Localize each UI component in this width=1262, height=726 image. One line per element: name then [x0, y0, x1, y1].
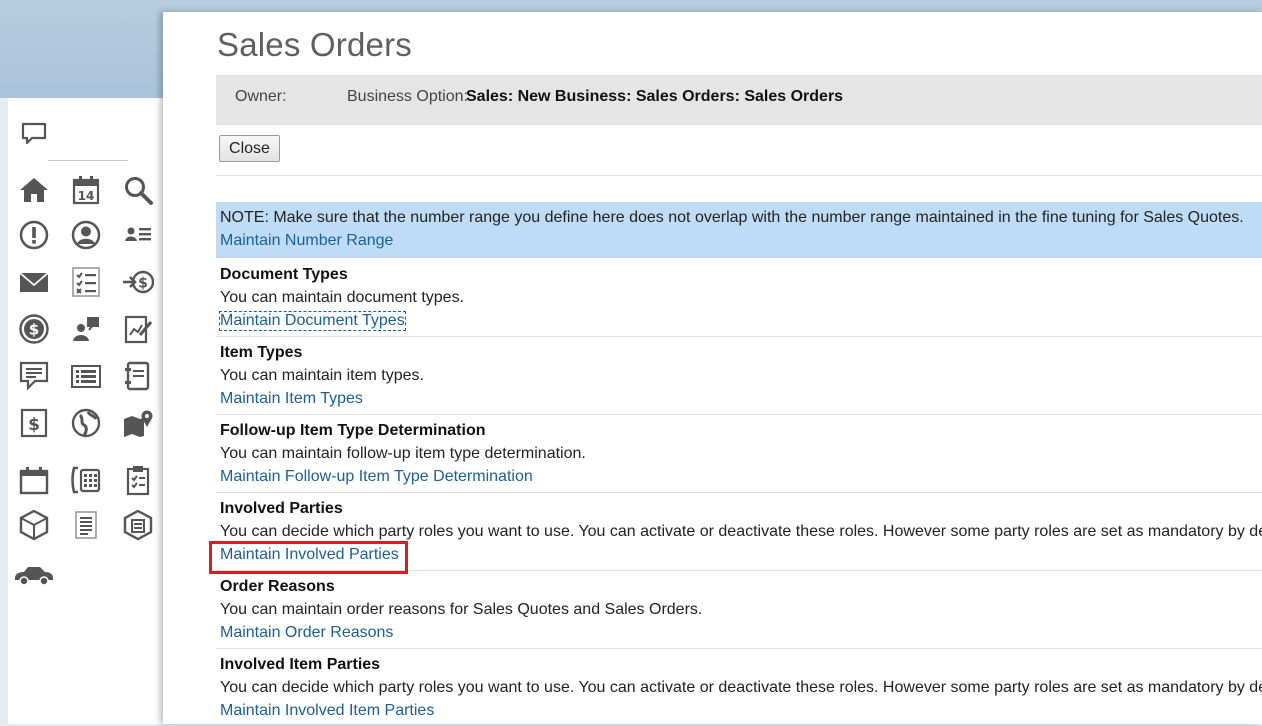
schedule-icon[interactable] [17, 463, 51, 497]
money-icon[interactable]: $ [17, 312, 51, 346]
svg-text:14: 14 [78, 189, 95, 203]
product-icon[interactable] [17, 508, 51, 542]
home-icon[interactable] [17, 173, 51, 207]
note-banner: NOTE: Make sure that the number range yo… [216, 202, 1262, 258]
calendar-icon[interactable]: 14 [69, 173, 103, 207]
incoming-payment-icon[interactable]: $ [121, 265, 155, 299]
document-list-icon[interactable] [69, 508, 103, 542]
note-text: NOTE: Make sure that the number range yo… [220, 209, 1244, 226]
section-title: Document Types [220, 266, 348, 283]
search-icon[interactable] [121, 173, 155, 207]
owner-label: Owner: [235, 88, 287, 105]
section-description: You can maintain order reasons for Sales… [220, 601, 703, 618]
map-icon[interactable] [121, 406, 155, 440]
maintain-item-types-link[interactable]: Maintain Item Types [220, 390, 363, 408]
maintain-involved-item-parties-link[interactable]: Maintain Involved Item Parties [220, 702, 434, 720]
highlight-box [209, 541, 408, 574]
alert-icon[interactable] [17, 218, 51, 252]
phone-icon[interactable] [69, 463, 103, 497]
business-option-value: Sales: New Business: Sales Orders: Sales… [466, 88, 844, 105]
invoice-icon[interactable]: $ [17, 406, 51, 440]
checklist-icon[interactable] [69, 265, 103, 299]
team-icon[interactable] [69, 312, 103, 346]
section-title: Order Reasons [220, 578, 335, 595]
maintain-order-reasons-link[interactable]: Maintain Order Reasons [220, 624, 393, 642]
car-icon[interactable] [12, 558, 56, 592]
report-icon[interactable] [121, 312, 155, 346]
section-description: You can maintain document types. [220, 289, 465, 306]
section-follow-up-item-type-determination: Follow-up Item Type Determination You ca… [216, 414, 1262, 493]
section-title: Follow-up Item Type Determination [220, 422, 486, 439]
main-panel: Sales Orders Owner: Business Option: Sal… [163, 12, 1262, 724]
section-description: You can decide which party roles you wan… [220, 679, 1262, 696]
globe-icon[interactable] [69, 406, 103, 440]
feed-icon[interactable] [20, 120, 48, 148]
maintain-document-types-link[interactable]: Maintain Document Types [219, 311, 406, 331]
section-document-types: Document Types You can maintain document… [216, 258, 1262, 337]
section-title: Involved Parties [220, 500, 343, 517]
section-description: You can maintain follow-up item type det… [220, 445, 586, 462]
business-option-label: Business Option: [347, 88, 468, 105]
catalog-icon[interactable] [121, 508, 155, 542]
section-description: You can maintain item types. [220, 367, 424, 384]
maintain-follow-up-item-type-determination-link[interactable]: Maintain Follow-up Item Type Determinati… [220, 468, 533, 486]
close-button[interactable]: Close [219, 135, 280, 162]
clipboard-icon[interactable] [121, 463, 155, 497]
notebook-icon[interactable] [121, 359, 155, 393]
profile-icon[interactable] [69, 218, 103, 252]
section-involved-item-parties: Involved Item Parties You can decide whi… [216, 648, 1262, 726]
divider [216, 175, 1262, 176]
section-description: You can decide which party roles you wan… [220, 523, 1262, 540]
owner-bar: Owner: Business Option: Sales: New Busin… [216, 75, 1262, 125]
section-title: Involved Item Parties [220, 656, 381, 673]
section-item-types: Item Types You can maintain item types. … [216, 336, 1262, 415]
contacts-icon[interactable] [121, 218, 155, 252]
svg-text:$: $ [138, 276, 148, 292]
page-title: Sales Orders [217, 26, 412, 63]
sidebar: 14 $ $ $ [8, 98, 163, 724]
svg-text:$: $ [29, 321, 39, 339]
section-order-reasons: Order Reasons You can maintain order rea… [216, 570, 1262, 649]
quote-icon[interactable] [17, 359, 51, 393]
list-icon[interactable] [69, 359, 103, 393]
section-title: Item Types [220, 344, 303, 361]
svg-text:$: $ [28, 415, 40, 435]
mail-icon[interactable] [17, 265, 51, 299]
maintain-number-range-link[interactable]: Maintain Number Range [220, 232, 393, 250]
sidebar-divider [48, 160, 128, 161]
